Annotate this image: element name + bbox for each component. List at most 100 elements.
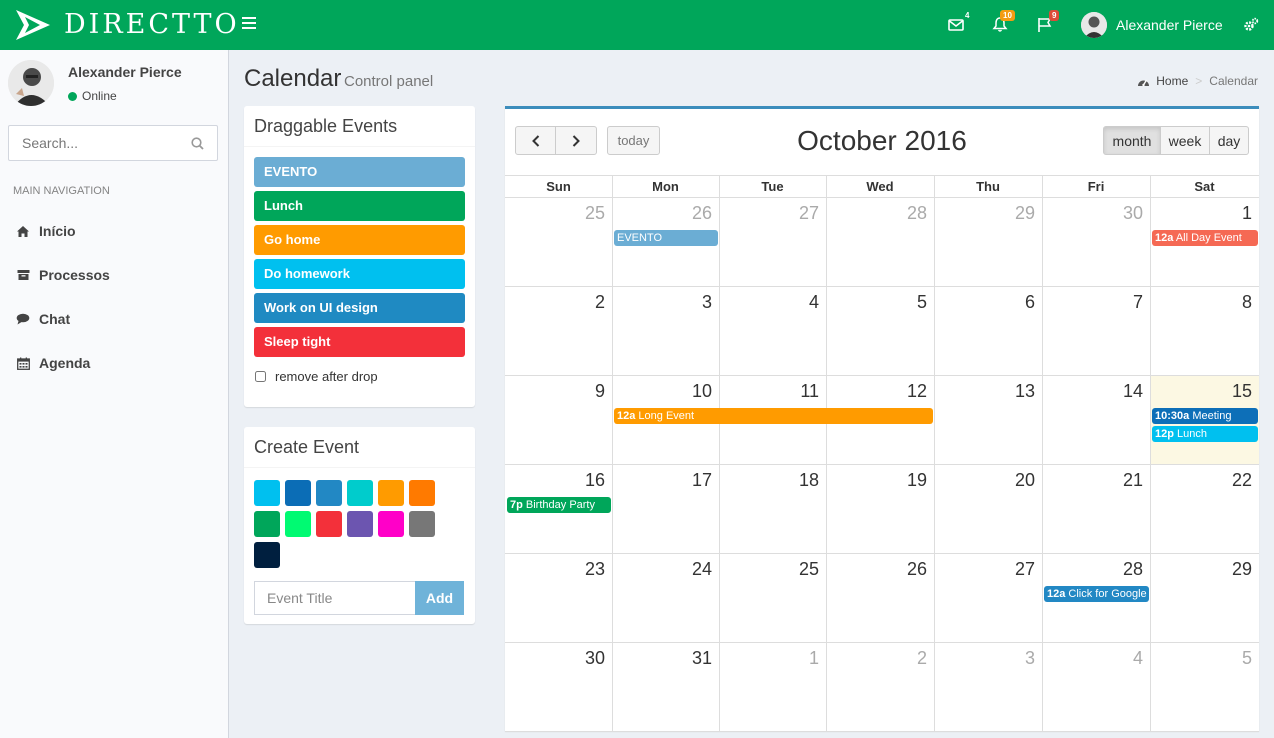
day-number[interactable]: 17 bbox=[612, 470, 712, 491]
sidebar-item-processos[interactable]: Processos bbox=[0, 253, 228, 297]
day-number[interactable]: 15 bbox=[1150, 381, 1252, 402]
day-number[interactable]: 2 bbox=[826, 648, 927, 669]
day-number[interactable]: 26 bbox=[826, 559, 927, 580]
color-swatch[interactable] bbox=[316, 511, 342, 537]
day-number[interactable]: 5 bbox=[1150, 648, 1252, 669]
sidebar-toggle-button[interactable] bbox=[242, 17, 256, 31]
sidebar-item-agenda[interactable]: Agenda bbox=[0, 341, 228, 385]
day-number[interactable]: 11 bbox=[719, 381, 819, 402]
next-month-button[interactable] bbox=[555, 126, 597, 155]
calendar-event[interactable]: 12a All Day Event bbox=[1152, 230, 1258, 246]
logo[interactable]: DIRECTTO bbox=[0, 0, 237, 50]
draggable-event[interactable]: Sleep tight bbox=[254, 327, 465, 357]
prev-month-button[interactable] bbox=[515, 126, 556, 155]
color-swatch[interactable] bbox=[285, 480, 311, 506]
remove-after-drop-option[interactable]: remove after drop bbox=[255, 369, 378, 384]
event-time: 12a bbox=[617, 410, 636, 422]
day-number[interactable]: 30 bbox=[505, 648, 605, 669]
user-menu[interactable]: Alexander Pierce bbox=[1081, 12, 1223, 38]
day-number[interactable]: 14 bbox=[1042, 381, 1143, 402]
draggable-event[interactable]: Do homework bbox=[254, 259, 465, 289]
day-number[interactable]: 3 bbox=[612, 292, 712, 313]
day-number[interactable]: 9 bbox=[505, 381, 605, 402]
day-number[interactable]: 1 bbox=[1150, 203, 1252, 224]
day-number[interactable]: 12 bbox=[826, 381, 927, 402]
color-swatch[interactable] bbox=[285, 511, 311, 537]
day-number[interactable]: 30 bbox=[1042, 203, 1143, 224]
day-number[interactable]: 21 bbox=[1042, 470, 1143, 491]
event-title: Long Event bbox=[638, 410, 695, 422]
day-number[interactable]: 29 bbox=[1150, 559, 1252, 580]
grid-line bbox=[505, 731, 1259, 732]
day-number[interactable]: 10 bbox=[612, 381, 712, 402]
calendar-event[interactable]: 7p Birthday Party bbox=[507, 497, 611, 513]
draggable-event[interactable]: Work on UI design bbox=[254, 293, 465, 323]
day-number[interactable]: 16 bbox=[505, 470, 605, 491]
remove-after-drop-checkbox[interactable] bbox=[255, 371, 266, 382]
color-swatch[interactable] bbox=[409, 480, 435, 506]
view-month-button[interactable]: month bbox=[1103, 126, 1161, 155]
breadcrumb-home-link[interactable]: Home bbox=[1156, 74, 1188, 88]
day-number[interactable]: 8 bbox=[1150, 292, 1252, 313]
color-swatch[interactable] bbox=[316, 480, 342, 506]
color-swatch[interactable] bbox=[378, 480, 404, 506]
draggable-event[interactable]: Lunch bbox=[254, 191, 465, 221]
day-number[interactable]: 22 bbox=[1150, 470, 1252, 491]
day-number[interactable]: 20 bbox=[934, 470, 1035, 491]
color-swatch[interactable] bbox=[254, 511, 280, 537]
day-number[interactable]: 25 bbox=[505, 203, 605, 224]
weekday-header: Fri bbox=[1087, 179, 1105, 194]
archive-icon bbox=[16, 268, 30, 282]
control-sidebar-button[interactable] bbox=[1243, 15, 1263, 35]
day-number[interactable]: 6 bbox=[934, 292, 1035, 313]
day-number[interactable]: 28 bbox=[826, 203, 927, 224]
view-week-button[interactable]: week bbox=[1160, 126, 1210, 155]
day-number[interactable]: 5 bbox=[826, 292, 927, 313]
search-icon[interactable] bbox=[191, 137, 204, 150]
add-event-button[interactable]: Add bbox=[415, 581, 464, 615]
day-number[interactable]: 23 bbox=[505, 559, 605, 580]
day-number[interactable]: 25 bbox=[719, 559, 819, 580]
sidebar-item-chat[interactable]: Chat bbox=[0, 297, 228, 341]
day-number[interactable]: 1 bbox=[719, 648, 819, 669]
calendar-event[interactable]: 12p Lunch bbox=[1152, 426, 1258, 442]
color-swatch[interactable] bbox=[409, 511, 435, 537]
color-swatch[interactable] bbox=[254, 480, 280, 506]
calendar-event[interactable]: EVENTO bbox=[614, 230, 718, 246]
day-number[interactable]: 29 bbox=[934, 203, 1035, 224]
day-number[interactable]: 13 bbox=[934, 381, 1035, 402]
calendar-event[interactable]: 12a Click for Google bbox=[1044, 586, 1149, 602]
day-number[interactable]: 24 bbox=[612, 559, 712, 580]
day-number[interactable]: 27 bbox=[719, 203, 819, 224]
day-number[interactable]: 4 bbox=[719, 292, 819, 313]
today-button[interactable]: today bbox=[607, 126, 660, 155]
sidebar: Alexander Pierce Online MAIN NAVIGATION … bbox=[0, 50, 229, 738]
view-day-button[interactable]: day bbox=[1209, 126, 1249, 155]
create-event-box: Create Event Add bbox=[244, 427, 475, 624]
color-swatch[interactable] bbox=[254, 542, 280, 568]
weekday-header: Sat bbox=[1194, 179, 1215, 194]
color-swatch[interactable] bbox=[347, 480, 373, 506]
day-number[interactable]: 27 bbox=[934, 559, 1035, 580]
day-number[interactable]: 7 bbox=[1042, 292, 1143, 313]
color-swatch[interactable] bbox=[347, 511, 373, 537]
calendar-event[interactable]: 10:30a Meeting bbox=[1152, 408, 1258, 424]
avatar bbox=[8, 60, 54, 106]
day-number[interactable]: 19 bbox=[826, 470, 927, 491]
draggable-event[interactable]: Go home bbox=[254, 225, 465, 255]
event-title-input[interactable] bbox=[254, 581, 415, 615]
color-swatch[interactable] bbox=[378, 511, 404, 537]
calendar-event[interactable]: 12a Long Event bbox=[614, 408, 933, 424]
day-number[interactable]: 2 bbox=[505, 292, 605, 313]
day-number[interactable]: 31 bbox=[612, 648, 712, 669]
day-number[interactable]: 18 bbox=[719, 470, 819, 491]
day-number[interactable]: 3 bbox=[934, 648, 1035, 669]
day-number[interactable]: 4 bbox=[1042, 648, 1143, 669]
search-input[interactable] bbox=[9, 126, 179, 160]
draggable-event[interactable]: EVENTO bbox=[254, 157, 465, 187]
tasks-count-badge: 9 bbox=[1049, 10, 1060, 21]
day-number[interactable]: 26 bbox=[612, 203, 712, 224]
day-number[interactable]: 28 bbox=[1042, 559, 1143, 580]
sidebar-item-inicio[interactable]: Início bbox=[0, 209, 228, 253]
draggable-events-box: Draggable Events EVENTO Lunch Go home Do ho… bbox=[244, 106, 475, 407]
